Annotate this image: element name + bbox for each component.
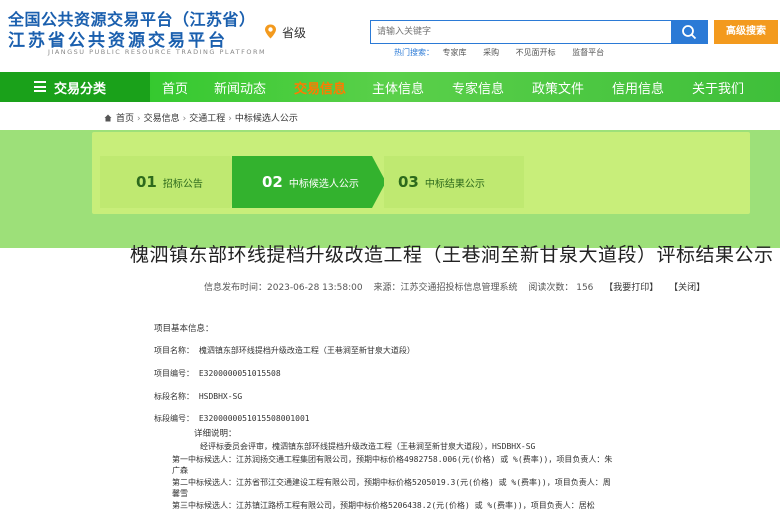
step-candidate-notice[interactable]: 02 中标候选人公示 (232, 156, 372, 208)
nav-item-policy[interactable]: 政策文件 (532, 78, 584, 97)
nav-item-about[interactable]: 关于我们 (692, 78, 744, 97)
project-name: 项目名称： 槐泗镇东部环线提档升级改造工程（王巷涧至新甘泉大道段） (154, 346, 415, 355)
logo-subtitle-en: JIANGSU PUBLIC RESOURCE TRADING PLATFORM (48, 48, 267, 56)
search-input[interactable] (371, 21, 671, 43)
step-tender-notice[interactable]: 01 招标公告 (100, 156, 230, 208)
description-label: 详细说明： (194, 429, 237, 439)
step-result-notice[interactable]: 03 中标结果公示 (384, 156, 524, 208)
main-nav: 交易分类 首页 新闻动态 交易信息 主体信息 专家信息 政策文件 信用信息 关于… (0, 72, 780, 102)
hot-search-link[interactable]: 不见面开标 (516, 48, 556, 57)
basic-info-heading: 项目基本信息： (154, 324, 214, 334)
candidate-1-cont: 广森 (172, 466, 188, 475)
breadcrumb-separator: › (137, 114, 141, 124)
hot-search: 热门搜索： 专家库 采购 不见面开标 监督平台 (394, 47, 618, 58)
section-number: 标段编号： E3200000051015508001001 (154, 414, 310, 423)
article-title: 槐泗镇东部环线提档升级改造工程（王巷涧至新甘泉大道段）评标结果公示 (130, 244, 774, 266)
breadcrumb: 首页 › 交易信息 › 交通工程 › 中标候选人公示 (104, 111, 298, 124)
step-label: 招标公告 (162, 179, 203, 190)
location-pin-icon (265, 24, 276, 39)
process-band: 01 招标公告 02 中标候选人公示 03 中标结果公示 (0, 130, 780, 248)
section-name: 标段名称： HSDBHX-SG (154, 392, 243, 401)
candidate-1: 第一中标候选人：江苏润扬交通工程集团有限公司，预期中标价格4982758.006… (172, 455, 613, 464)
nav-item-entity-info[interactable]: 主体信息 (372, 78, 424, 97)
description-line: 经评标委员会评审，槐泗镇东部环线提档升级改造工程（王巷涧至新甘泉大道段），HSD… (200, 442, 536, 451)
article-title-wrap: 槐泗镇东部环线提档升级改造工程（王巷涧至新甘泉大道段）评标结果公示 (0, 234, 780, 270)
site-header: 全国公共资源交易平台（江苏省） 江苏省公共资源交易平台 JIANGSU PUBL… (0, 0, 780, 68)
home-icon (104, 114, 112, 122)
site-logo[interactable]: 全国公共资源交易平台（江苏省） 江苏省公共资源交易平台 JIANGSU PUBL… (8, 6, 265, 64)
nav-item-expert-info[interactable]: 专家信息 (452, 78, 504, 97)
breadcrumb-current: 中标候选人公示 (234, 114, 298, 124)
step-label: 中标结果公示 (424, 179, 485, 190)
category-menu-button[interactable]: 交易分类 (0, 72, 150, 102)
search-icon (682, 25, 697, 40)
close-link[interactable]: 【关闭】 (669, 283, 705, 293)
view-count: 阅读次数： 156 (528, 283, 594, 293)
step-number: 03 (398, 173, 419, 191)
hot-search-link[interactable]: 采购 (483, 48, 499, 57)
step-number: 01 (136, 173, 157, 191)
candidate-2-cont: 馨雪 (172, 489, 188, 498)
article-source: 来源：江苏交通招投标信息管理系统 (373, 283, 518, 293)
advanced-search-button[interactable]: 高级搜索 (714, 20, 778, 44)
breadcrumb-trading-info[interactable]: 交易信息 (144, 114, 180, 124)
project-number: 项目编号： E3200000051015508 (154, 369, 281, 378)
print-link[interactable]: 【我要打印】 (604, 283, 658, 293)
search-button[interactable] (671, 21, 707, 43)
hot-search-link[interactable]: 专家库 (443, 48, 467, 57)
article-meta: 信息发布时间：2023-06-28 13:58:00 来源：江苏交通招投标信息管… (204, 280, 713, 293)
step-label: 中标候选人公示 (288, 179, 359, 190)
step-number: 02 (262, 173, 283, 191)
hot-search-label: 热门搜索： (394, 48, 434, 57)
breadcrumb-separator: › (182, 114, 187, 124)
breadcrumb-separator: › (228, 114, 232, 124)
breadcrumb-transport[interactable]: 交通工程 (189, 114, 225, 124)
nav-item-news[interactable]: 新闻动态 (214, 78, 266, 97)
hot-search-link[interactable]: 监督平台 (572, 48, 604, 57)
menu-icon (34, 81, 46, 92)
nav-item-trading-info[interactable]: 交易信息 (294, 78, 346, 97)
candidate-2: 第二中标候选人：江苏省邗江交通建设工程有限公司，预期中标价格5205019.3(… (172, 478, 611, 487)
category-menu-label: 交易分类 (54, 82, 107, 97)
process-steps: 01 招标公告 02 中标候选人公示 03 中标结果公示 (92, 132, 750, 214)
search-box (370, 20, 708, 44)
publish-time: 信息发布时间：2023-06-28 13:58:00 (204, 283, 363, 293)
breadcrumb-home[interactable]: 首页 (116, 114, 134, 124)
candidate-3: 第三中标候选人：江苏镇江路桥工程有限公司，预期中标价格5206438.2(元(价… (172, 501, 595, 510)
nav-item-home[interactable]: 首页 (162, 78, 188, 97)
nav-item-credit[interactable]: 信用信息 (612, 78, 664, 97)
region-selector[interactable]: 省级 (282, 24, 306, 41)
